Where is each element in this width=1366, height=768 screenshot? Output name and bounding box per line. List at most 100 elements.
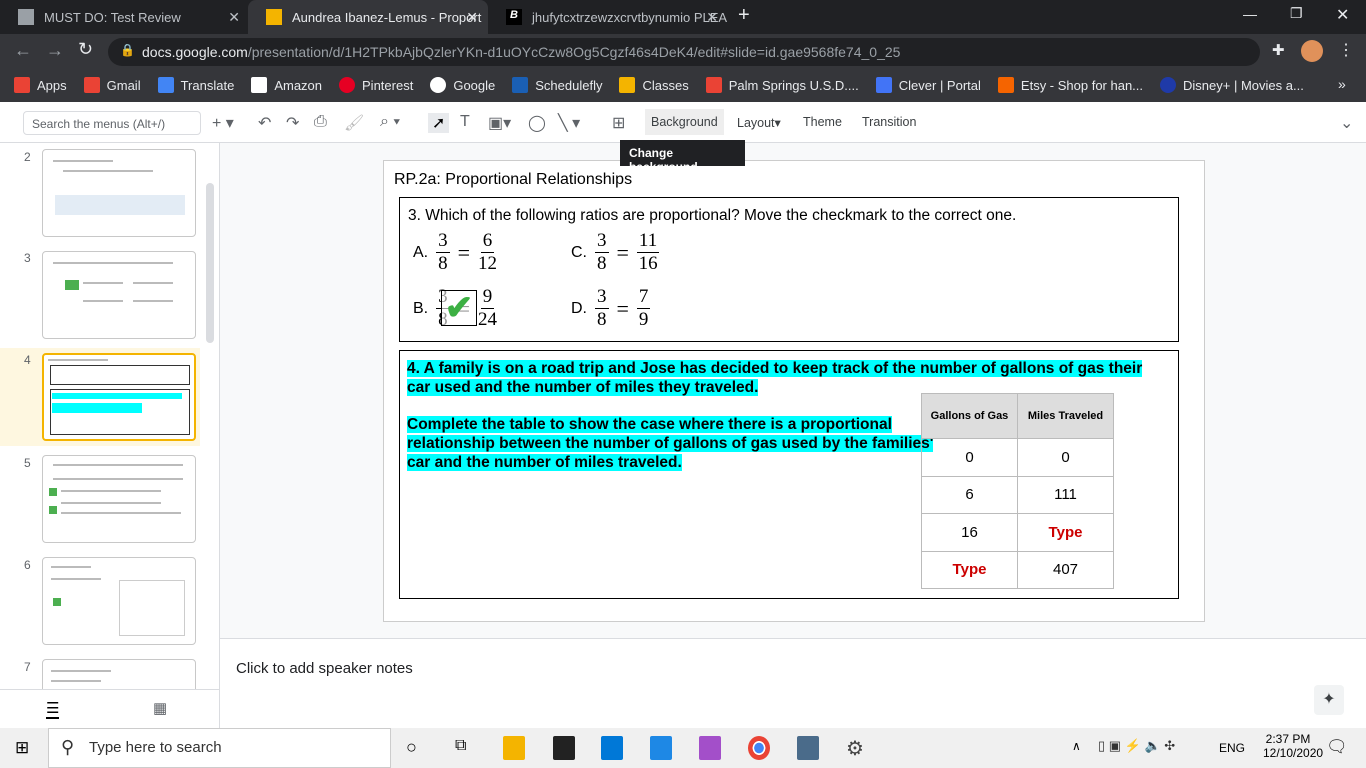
menu-search-input[interactable]: Search the menus (Alt+/) [23,111,201,135]
new-tab-button[interactable]: + [738,4,750,27]
task-view-icon[interactable]: ⧉ [455,737,466,755]
editable-cell[interactable]: Type [1017,513,1114,552]
bookmark[interactable]: Schedulefly [512,77,602,93]
layout-button[interactable]: Layout▾ [737,115,781,130]
shape-icon[interactable]: ◯ [528,113,546,133]
option-d[interactable]: D. 3 8 = 7 9 [571,286,651,331]
bookmark-icon [339,77,356,93]
bookmark[interactable]: Translate [157,77,234,93]
option-c[interactable]: C. 3 8 = 11 16 [571,230,660,275]
question-4-instructions: Complete the table to show the case wher… [407,416,934,471]
url-input[interactable]: 🔒 docs.google.com/presentation/d/1H2TPkbA… [108,38,1260,66]
settings-icon[interactable]: ⚙ [846,736,868,760]
fraction: 79 [636,286,651,330]
bookmark[interactable]: Apps [14,77,67,93]
zoom-icon[interactable]: ⌕ ▾ [380,113,400,131]
table-cell: 111 [1017,475,1114,514]
bookmark[interactable]: Classes [619,77,689,93]
option-a[interactable]: A. 3 8 = 6 12 [413,230,497,275]
taskbar-search-input[interactable]: ⚲ Type here to search [48,728,391,768]
notifications-icon[interactable]: 🗨 [1326,737,1348,757]
redo-icon[interactable]: ↷ [286,113,299,133]
lock-icon: 🔒 [120,43,135,57]
bookmark[interactable]: Google [430,77,495,93]
tray-icons[interactable]: ▯ ▣ ⚡ 🔈 ✣ [1098,738,1175,754]
more-bookmarks-icon[interactable]: » [1338,76,1346,92]
grid-view-icon[interactable]: ▦ [153,699,167,717]
close-window-button[interactable]: ✕ [1336,5,1349,25]
comment-icon[interactable]: ⊞ [612,113,625,133]
reload-icon[interactable]: ↻ [78,39,93,60]
back-icon[interactable]: ← [14,40,32,61]
tab-brainly[interactable]: Bjhufytcxtrzewzxcrvtbynumio PLEA ✕ [488,0,728,34]
tab-bar: MUST DO: Test Review ✕ Aundrea Ibanez-Lem… [0,0,1366,34]
classroom-icon [18,9,34,25]
table-row: 00 [921,438,1114,477]
explore-icon[interactable]: ✦ [1314,685,1344,715]
collapse-toolbar-icon[interactable]: ⌄ [1340,113,1353,133]
time: 2:37 PM [1265,732,1311,746]
undo-icon[interactable]: ↶ [258,113,271,133]
question-3-box[interactable]: 3. Which of the following ratios are pro… [399,197,1179,342]
editable-cell[interactable]: Type [921,550,1018,589]
tab-must-do[interactable]: MUST DO: Test Review ✕ [0,0,250,34]
slide-thumbnail[interactable] [42,251,196,339]
filmstrip-view-icon[interactable]: ☰ [46,699,60,719]
language-indicator[interactable]: ENG [1219,741,1245,755]
new-slide-icon[interactable]: + ▾ [212,113,234,133]
avatar[interactable] [1301,40,1323,62]
column-header: Miles Traveled [1017,393,1114,439]
tray-chevron-icon[interactable]: ∧ [1072,739,1081,753]
question-3-prompt: 3. Which of the following ratios are pro… [408,207,1017,224]
minimize-button[interactable]: — [1243,6,1257,22]
cortana-app-icon[interactable] [699,736,721,760]
select-icon[interactable]: ➚ [428,113,450,133]
bookmark-icon [83,77,100,93]
bookmark-label: Pinterest [362,77,414,93]
mail-icon[interactable] [601,736,623,760]
speaker-notes[interactable]: Click to add speaker notes ✦ [220,638,1366,728]
paint-format-icon[interactable]: 🖌 [344,113,364,133]
filmstrip-scrollbar[interactable] [206,183,214,343]
bookmark[interactable]: Amazon [251,77,322,93]
bookmark[interactable]: Etsy - Shop for han... [997,77,1143,93]
print-icon[interactable]: ⎙ [314,113,327,131]
url-path: /presentation/d/1H2TPkbAjbQzlerYKn-d1uOY… [247,44,901,60]
image-icon[interactable]: ▣▾ [488,113,511,133]
slide-thumbnail[interactable] [42,455,196,543]
bookmark[interactable]: Clever | Portal [875,77,981,93]
calculator-icon[interactable] [797,736,819,760]
slide-thumbnail[interactable] [42,149,196,237]
bookmark[interactable]: Gmail [83,77,141,93]
background-button[interactable]: Background [645,109,724,135]
cortana-icon[interactable]: ○ [406,737,417,758]
table-row: 16 Type [921,513,1114,552]
checkmark-icon[interactable]: ✔ [441,290,477,326]
search-placeholder: Type here to search [89,739,222,756]
tab-slides[interactable]: Aundrea Ibanez-Lemus - Proport ✕ [248,0,488,34]
windows-start-icon[interactable]: ⊞ [15,738,29,758]
bookmark[interactable]: Disney+ | Movies a... [1160,77,1304,93]
bookmark[interactable]: Pinterest [339,77,413,93]
slide-thumbnail[interactable] [42,557,196,645]
transition-button[interactable]: Transition [862,115,916,129]
line-icon[interactable]: ╲ ▾ [558,113,580,133]
forward-icon[interactable]: → [46,40,64,61]
close-tab-icon[interactable]: ✕ [228,9,240,26]
bookmark-icon [512,77,529,93]
theme-button[interactable]: Theme [803,115,842,129]
extensions-icon[interactable]: ✚ [1272,41,1285,59]
l-app-icon[interactable] [650,736,672,760]
clock[interactable]: 2:37 PM 12/10/2020 [1263,732,1323,760]
store-icon[interactable] [553,736,575,760]
close-tab-icon[interactable]: ✕ [706,9,718,26]
slides-icon [266,9,282,25]
menu-icon[interactable]: ⋮ [1338,40,1354,60]
maximize-button[interactable]: ❐ [1290,5,1303,22]
slide-thumbnail-selected[interactable] [42,353,196,441]
chrome-icon[interactable] [748,736,770,760]
close-tab-icon[interactable]: ✕ [466,9,478,26]
file-explorer-icon[interactable] [503,736,525,760]
bookmark[interactable]: Palm Springs U.S.D.... [705,77,859,93]
text-box-icon[interactable]: T [460,113,470,131]
